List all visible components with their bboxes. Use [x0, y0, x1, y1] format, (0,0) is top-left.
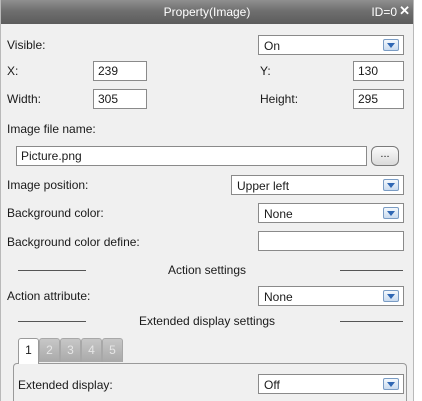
x-field[interactable]: 239: [93, 61, 147, 81]
extended-display-select[interactable]: Off: [258, 374, 404, 394]
background-color-define-field[interactable]: [258, 231, 404, 251]
tab-3[interactable]: 3: [60, 338, 81, 362]
separator-line: [340, 270, 403, 271]
width-label: Width:: [7, 92, 42, 106]
separator-line: [340, 321, 403, 322]
chevron-down-icon: [383, 179, 399, 191]
chevron-down-icon: [383, 207, 399, 219]
window-title: Property(Image): [163, 5, 251, 19]
tab-2[interactable]: 2: [39, 338, 60, 362]
y-label: Y:: [260, 64, 271, 78]
action-attribute-select[interactable]: None: [258, 286, 404, 306]
image-position-value: Upper left: [237, 179, 290, 193]
image-file-name-label: Image file name:: [7, 122, 96, 136]
close-icon[interactable]: ✕: [399, 4, 410, 18]
image-position-label: Image position:: [7, 178, 89, 192]
chevron-down-icon: [383, 39, 399, 51]
id-label: ID=0: [371, 5, 397, 19]
titlebar: Property(Image) ID=0 ✕: [1, 0, 413, 24]
browse-button[interactable]: ...: [371, 146, 399, 166]
extended-display-value: Off: [264, 378, 280, 392]
x-label: X:: [7, 64, 19, 78]
action-attribute-value: None: [264, 290, 293, 304]
tab-4[interactable]: 4: [81, 338, 102, 362]
y-field[interactable]: 130: [353, 61, 404, 81]
background-color-define-label: Background color define:: [7, 235, 140, 249]
chevron-down-icon: [383, 290, 399, 302]
background-color-select[interactable]: None: [258, 203, 404, 223]
extended-display-label: Extended display:: [18, 378, 113, 392]
chevron-down-icon: [383, 378, 399, 390]
action-attribute-label: Action attribute:: [7, 289, 91, 303]
property-panel: Property(Image) ID=0 ✕ Visible: On X: 23…: [0, 0, 414, 401]
visible-select[interactable]: On: [258, 35, 404, 55]
height-field[interactable]: 295: [353, 89, 404, 109]
image-position-select[interactable]: Upper left: [231, 175, 404, 195]
image-file-name-field[interactable]: Picture.png: [16, 146, 367, 166]
visible-label: Visible:: [7, 38, 46, 52]
height-label: Height:: [260, 92, 299, 106]
background-color-label: Background color:: [7, 206, 104, 220]
extended-display-settings-separator: Extended display settings: [1, 313, 413, 329]
width-field[interactable]: 305: [93, 89, 147, 109]
background-color-value: None: [264, 207, 293, 221]
tab-5[interactable]: 5: [102, 338, 123, 362]
action-settings-separator: Action settings: [1, 262, 413, 278]
tab-1[interactable]: 1: [18, 338, 39, 364]
visible-select-value: On: [264, 39, 281, 53]
